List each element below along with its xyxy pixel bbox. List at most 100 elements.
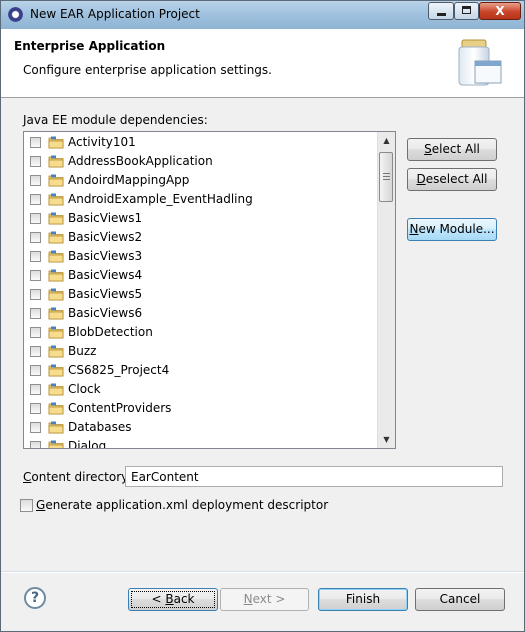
- module-name: ContentProviders: [68, 401, 172, 415]
- module-name: BasicViews3: [68, 249, 143, 263]
- title-bar[interactable]: New EAR Application Project X: [1, 1, 524, 29]
- new-module-button[interactable]: New Module...: [407, 218, 497, 241]
- list-item[interactable]: CS6825_Project4: [24, 360, 378, 379]
- list-item[interactable]: BasicViews3: [24, 246, 378, 265]
- select-all-label: elect All: [431, 142, 480, 156]
- module-checkbox[interactable]: [30, 156, 41, 167]
- project-folder-icon: [48, 364, 64, 377]
- content-directory-label: Content directory:: [23, 470, 131, 484]
- project-folder-icon: [48, 193, 64, 206]
- list-item[interactable]: AndroidExample_EventHadling: [24, 189, 378, 208]
- project-folder-icon: [48, 402, 64, 415]
- module-checkbox[interactable]: [30, 384, 41, 395]
- list-item[interactable]: BasicViews6: [24, 303, 378, 322]
- scroll-up-icon[interactable]: ▲: [378, 132, 395, 149]
- list-item[interactable]: BlobDetection: [24, 322, 378, 341]
- content-directory-label-text: ontent directory:: [31, 470, 132, 484]
- jar-wizard-icon: [458, 39, 502, 86]
- project-folder-icon: [48, 345, 64, 358]
- select-all-mnemonic: S: [424, 142, 432, 156]
- module-checkbox[interactable]: [30, 251, 41, 262]
- module-list-items: Activity101 AddressBookApplication Andoird…: [24, 132, 378, 449]
- module-checkbox[interactable]: [30, 213, 41, 224]
- minimize-button[interactable]: [428, 2, 454, 20]
- new-module-label: ew Module...: [418, 222, 495, 236]
- module-name: Dialog: [68, 439, 107, 449]
- module-checkbox[interactable]: [30, 289, 41, 300]
- scroll-thumb[interactable]: [379, 152, 393, 202]
- project-folder-icon: [48, 212, 64, 225]
- module-checkbox[interactable]: [30, 137, 41, 148]
- generate-descriptor-label[interactable]: Generate application.xml deployment desc…: [36, 498, 328, 512]
- grip-line: [383, 176, 390, 177]
- module-checkbox[interactable]: [30, 346, 41, 357]
- back-label: ack: [173, 592, 195, 606]
- module-dependencies-list[interactable]: Activity101 AddressBookApplication Andoird…: [23, 131, 396, 449]
- project-folder-icon: [48, 307, 64, 320]
- select-all-button[interactable]: Select All: [407, 138, 497, 161]
- next-mnemonic: N: [243, 592, 253, 606]
- cancel-button[interactable]: Cancel: [415, 588, 505, 611]
- generate-descriptor-text: enerate application.xml deployment descr…: [45, 498, 329, 512]
- module-name: BasicViews2: [68, 230, 143, 244]
- module-checkbox[interactable]: [30, 365, 41, 376]
- list-item[interactable]: Dialog: [24, 436, 378, 449]
- generate-descriptor-mnemonic: G: [36, 498, 46, 512]
- module-name: BasicViews1: [68, 211, 143, 225]
- module-name: BasicViews4: [68, 268, 143, 282]
- module-name: BasicViews5: [68, 287, 143, 301]
- footer-separator: [1, 571, 524, 573]
- maximize-button[interactable]: [454, 2, 479, 20]
- module-checkbox[interactable]: [30, 232, 41, 243]
- grip-line: [383, 179, 390, 180]
- content-directory-input[interactable]: [125, 466, 503, 487]
- next-label: ext >: [252, 592, 286, 606]
- list-item[interactable]: BasicViews1: [24, 208, 378, 227]
- list-item[interactable]: ContentProviders: [24, 398, 378, 417]
- module-name: AndoirdMappingApp: [68, 173, 190, 187]
- list-item[interactable]: BasicViews4: [24, 265, 378, 284]
- back-mnemonic: B: [165, 592, 174, 606]
- project-folder-icon: [48, 136, 64, 149]
- project-folder-icon: [48, 231, 64, 244]
- list-item[interactable]: AndoirdMappingApp: [24, 170, 378, 189]
- list-item[interactable]: AddressBookApplication: [24, 151, 378, 170]
- module-checkbox[interactable]: [30, 308, 41, 319]
- project-folder-icon: [48, 269, 64, 282]
- close-button[interactable]: X: [479, 2, 521, 20]
- module-checkbox[interactable]: [30, 422, 41, 433]
- list-item[interactable]: Databases: [24, 417, 378, 436]
- help-icon[interactable]: ?: [24, 587, 46, 609]
- list-item[interactable]: Buzz: [24, 341, 378, 360]
- next-button[interactable]: Next >: [220, 588, 309, 611]
- module-name: AddressBookApplication: [68, 154, 213, 168]
- wizard-header: Enterprise Application Configure enterpr…: [1, 29, 524, 98]
- finish-button[interactable]: Finish: [318, 588, 408, 611]
- back-button[interactable]: < Back: [128, 588, 218, 611]
- module-checkbox[interactable]: [30, 441, 41, 448]
- module-name: Clock: [68, 382, 101, 396]
- list-item[interactable]: BasicViews2: [24, 227, 378, 246]
- module-checkbox[interactable]: [30, 270, 41, 281]
- module-checkbox[interactable]: [30, 327, 41, 338]
- dependencies-label: Java EE module dependencies:: [23, 113, 208, 127]
- list-scrollbar[interactable]: ▲ ▼: [377, 132, 395, 448]
- module-checkbox[interactable]: [30, 403, 41, 414]
- deselect-all-mnemonic: D: [416, 172, 426, 186]
- close-icon: X: [495, 4, 505, 18]
- minimize-icon: [437, 13, 446, 16]
- project-folder-icon: [48, 250, 64, 263]
- generate-descriptor-checkbox[interactable]: [20, 499, 33, 512]
- deselect-all-button[interactable]: Deselect All: [407, 168, 497, 191]
- project-folder-icon: [48, 288, 64, 301]
- module-checkbox[interactable]: [30, 175, 41, 186]
- project-folder-icon: [48, 326, 64, 339]
- scroll-down-icon[interactable]: ▼: [378, 431, 395, 448]
- module-checkbox[interactable]: [30, 194, 41, 205]
- grip-line: [383, 173, 390, 174]
- list-item[interactable]: BasicViews5: [24, 284, 378, 303]
- eclipse-icon: [8, 7, 23, 22]
- list-item[interactable]: Activity101: [24, 132, 378, 151]
- list-item[interactable]: Clock: [24, 379, 378, 398]
- module-name: CS6825_Project4: [68, 363, 170, 377]
